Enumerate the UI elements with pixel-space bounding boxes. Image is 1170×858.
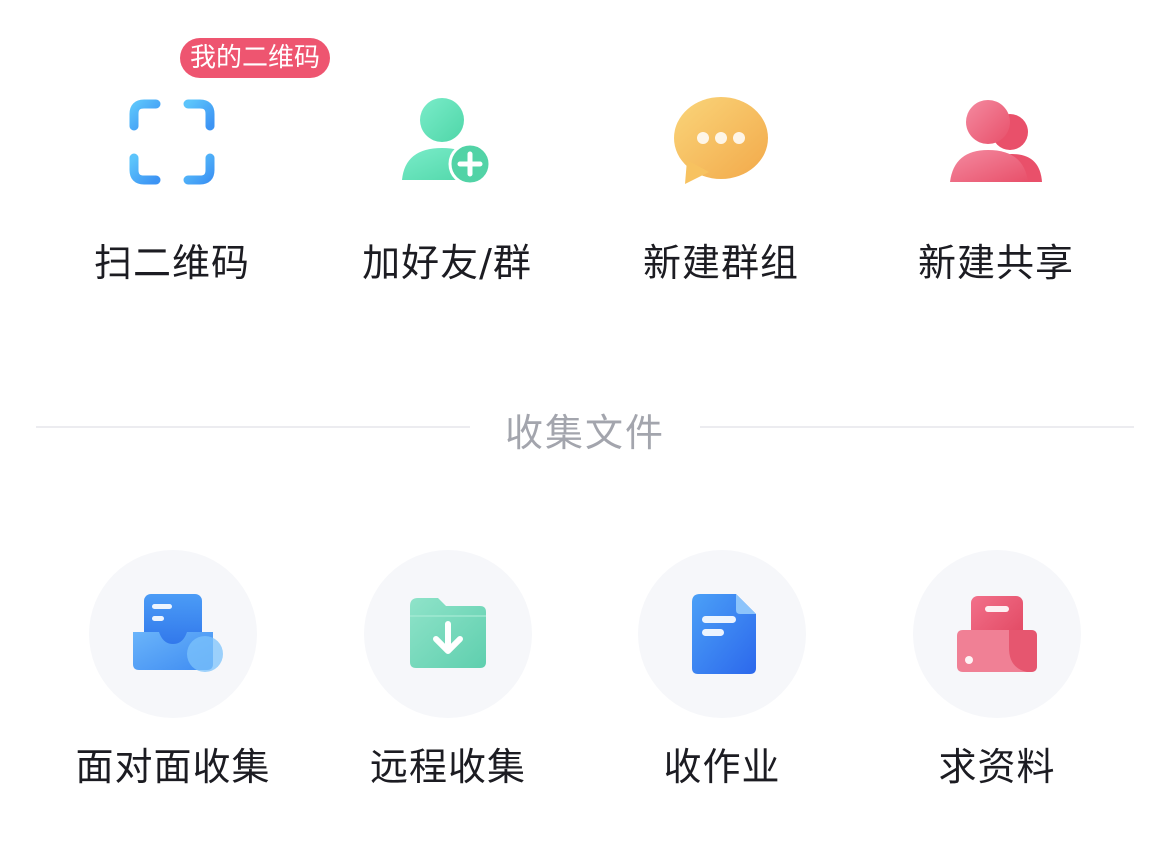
printer-icon — [947, 584, 1047, 684]
new-share-label: 新建共享 — [917, 241, 1074, 285]
my-qr-badge[interactable]: 我的二维码 — [180, 38, 331, 78]
section-divider-left — [36, 426, 470, 428]
add-friend-icon — [397, 92, 497, 192]
new-share-button[interactable]: 新建共享 — [858, 0, 1134, 300]
request-materials-label: 求资料 — [938, 745, 1056, 789]
remote-collect-button[interactable]: 远程收集 — [310, 540, 586, 800]
document-icon — [672, 584, 772, 684]
collect-homework-label: 收作业 — [663, 745, 781, 789]
face-to-face-collect-button[interactable]: 面对面收集 — [35, 540, 311, 800]
new-group-label: 新建群组 — [642, 241, 799, 285]
add-friend-label: 加好友/群 — [362, 241, 532, 285]
folder-download-icon — [398, 584, 498, 684]
scan-qr-icon — [122, 92, 222, 192]
request-materials-button[interactable]: 求资料 — [859, 540, 1135, 800]
share-users-icon — [946, 92, 1046, 192]
remote-collect-label: 远程收集 — [369, 745, 526, 789]
section-divider-right — [700, 426, 1134, 428]
add-friend-button[interactable]: 加好友/群 — [309, 0, 585, 300]
new-group-button[interactable]: 新建群组 — [583, 0, 859, 300]
tray-document-icon — [123, 584, 223, 684]
section-title: 收集文件 — [504, 411, 665, 455]
new-action-panel: 扫二维码 加好友/群 新建群组 新建共享 我的二维码 收集文件 面对面收集 远程… — [0, 0, 1170, 858]
chat-bubble-icon — [671, 92, 771, 192]
face-to-face-collect-label: 面对面收集 — [75, 745, 271, 789]
scan-qr-label: 扫二维码 — [93, 241, 250, 285]
collect-homework-button[interactable]: 收作业 — [584, 540, 860, 800]
